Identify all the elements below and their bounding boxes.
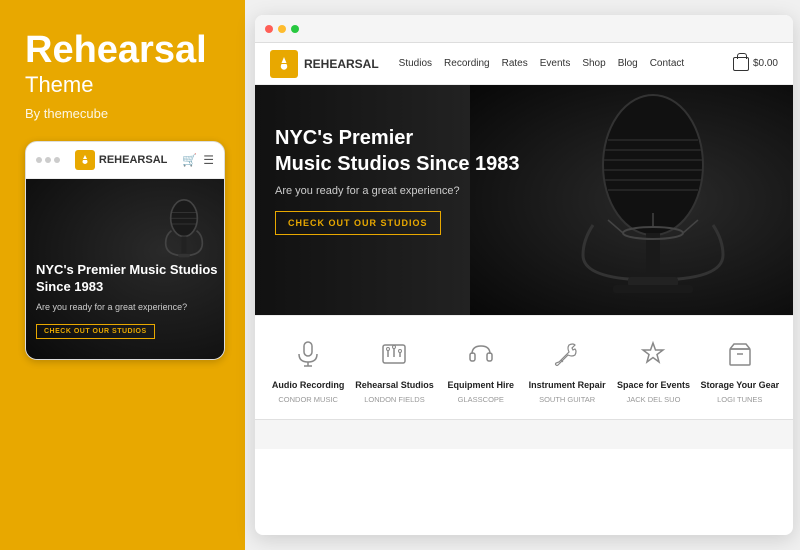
- browser-topbar: [255, 15, 793, 43]
- nav-rates[interactable]: Rates: [502, 58, 528, 69]
- mobile-nav-icons: 🛒 ☰: [182, 153, 214, 167]
- mobile-hero: NYC's Premier Music Studios Since 1983 A…: [26, 179, 224, 359]
- bottom-strip: [255, 419, 793, 449]
- features-section: Audio Recording CONDOR MUSIC Rehearsal S…: [255, 315, 793, 419]
- mobile-window-dots: [36, 157, 60, 163]
- browser-mockup: REHEARSAL Studios Recording Rates Events…: [255, 15, 793, 535]
- theme-title: Rehearsal: [25, 30, 220, 72]
- feature-title-rehearsal: Rehearsal Studios: [355, 380, 434, 392]
- mobile-hero-subtext: Are you ready for a great experience?: [36, 302, 224, 312]
- mobile-logo-text: REHEARSAL: [99, 154, 167, 166]
- mobile-hero-text: NYC's Premier Music Studios Since 1983 A…: [36, 262, 224, 339]
- mobile-cta-button[interactable]: CHECK OUT OUR STUDIOS: [36, 324, 155, 339]
- mobile-logo: REHEARSAL: [75, 150, 167, 170]
- feature-subtitle-events: JACK DEL SUO: [627, 395, 681, 405]
- feature-title-events: Space for Events: [617, 380, 690, 392]
- feature-title-audio: Audio Recording: [272, 380, 345, 392]
- headphones-icon: [463, 336, 499, 372]
- nav-shop[interactable]: Shop: [582, 58, 605, 69]
- site-logo-icon: [270, 50, 298, 78]
- cart-area[interactable]: $0.00: [733, 57, 778, 71]
- hero-heading: NYC's Premier Music Studios Since 1983: [275, 125, 520, 177]
- theme-subtitle: Theme: [25, 72, 220, 98]
- feature-rehearsal-studios: Rehearsal Studios LONDON FIELDS: [354, 336, 434, 404]
- hero-subtext: Are you ready for a great experience?: [275, 185, 520, 197]
- site-logo-text: REHEARSAL: [304, 57, 379, 71]
- site-nav: REHEARSAL Studios Recording Rates Events…: [255, 43, 793, 85]
- mixer-icon: [376, 336, 412, 372]
- mobile-menu-icon[interactable]: ☰: [203, 153, 214, 167]
- feature-title-repair: Instrument Repair: [529, 380, 606, 392]
- hero-section: NYC's Premier Music Studios Since 1983 A…: [255, 85, 793, 315]
- feature-space-events: Space for Events JACK DEL SUO: [613, 336, 693, 404]
- mobile-hero-heading: NYC's Premier Music Studios Since 1983: [36, 262, 224, 296]
- hero-content: NYC's Premier Music Studios Since 1983 A…: [275, 125, 520, 235]
- feature-subtitle-rehearsal: LONDON FIELDS: [364, 395, 424, 405]
- feature-storage-gear: Storage Your Gear LOGI TUNES: [700, 336, 780, 404]
- feature-audio-recording: Audio Recording CONDOR MUSIC: [268, 336, 348, 404]
- browser-dot-yellow[interactable]: [278, 25, 286, 33]
- feature-title-storage: Storage Your Gear: [700, 380, 779, 392]
- browser-dot-red[interactable]: [265, 25, 273, 33]
- hero-cta-button[interactable]: CHECK OUT OUR STUDIOS: [275, 211, 441, 235]
- feature-instrument-repair: Instrument Repair SOUTH GUITAR: [527, 336, 607, 404]
- nav-blog[interactable]: Blog: [618, 58, 638, 69]
- cart-total: $0.00: [753, 58, 778, 69]
- mobile-dot-1: [36, 157, 42, 163]
- site-logo: REHEARSAL: [270, 50, 379, 78]
- microphone-icon: [290, 336, 326, 372]
- mobile-topbar: REHEARSAL 🛒 ☰: [26, 142, 224, 179]
- star-icon: [635, 336, 671, 372]
- feature-title-equipment: Equipment Hire: [448, 380, 515, 392]
- mobile-cart-icon[interactable]: 🛒: [182, 153, 197, 167]
- nav-recording[interactable]: Recording: [444, 58, 490, 69]
- hero-mic-svg: [553, 85, 753, 315]
- cart-icon: [733, 57, 749, 71]
- browser-dot-green[interactable]: [291, 25, 299, 33]
- nav-events[interactable]: Events: [540, 58, 571, 69]
- feature-subtitle-audio: CONDOR MUSIC: [278, 395, 338, 405]
- nav-contact[interactable]: Contact: [650, 58, 684, 69]
- author-label: By themecube: [25, 106, 220, 121]
- mobile-logo-icon: [75, 150, 95, 170]
- feature-subtitle-equipment: GLASSCOPE: [458, 395, 504, 405]
- box-icon: [722, 336, 758, 372]
- wrench-icon: [549, 336, 585, 372]
- feature-subtitle-storage: LOGI TUNES: [717, 395, 762, 405]
- feature-equipment-hire: Equipment Hire GLASSCOPE: [441, 336, 521, 404]
- mobile-dot-2: [45, 157, 51, 163]
- mobile-dot-3: [54, 157, 60, 163]
- feature-subtitle-repair: SOUTH GUITAR: [539, 395, 595, 405]
- nav-links: Studios Recording Rates Events Shop Blog…: [399, 58, 733, 69]
- mobile-mockup: REHEARSAL 🛒 ☰ NYC's Premier Music Studio…: [25, 141, 225, 360]
- left-panel: Rehearsal Theme By themecube REHEARSAL 🛒…: [0, 0, 245, 550]
- nav-studios[interactable]: Studios: [399, 58, 432, 69]
